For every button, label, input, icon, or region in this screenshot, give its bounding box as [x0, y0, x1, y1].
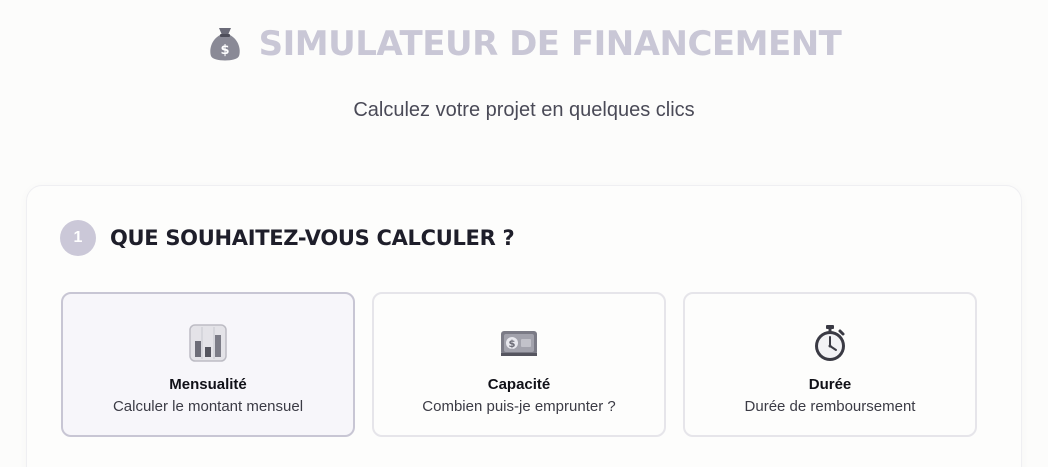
step-header: 1 QUE SOUHAITEZ-VOUS CALCULER ?	[60, 220, 515, 256]
option-label: Mensualité	[169, 376, 247, 393]
step-title: QUE SOUHAITEZ-VOUS CALCULER ?	[110, 226, 515, 250]
simulator-page: $ SIMULATEUR DE FINANCEMENT Calculez vot…	[0, 0, 1048, 467]
money-bag-icon: $	[209, 28, 240, 61]
option-capacite[interactable]: $ Capacité Combien puis-je emprunter ?	[372, 292, 666, 437]
option-description: Durée de remboursement	[744, 398, 916, 415]
option-description: Combien puis-je emprunter ?	[422, 398, 616, 415]
bar-chart-icon	[189, 324, 227, 362]
option-mensualite[interactable]: Mensualité Calculer le montant mensuel	[61, 292, 355, 437]
svg-text:$: $	[509, 339, 516, 350]
calculation-type-card: 1 QUE SOUHAITEZ-VOUS CALCULER ? Mensuali…	[26, 185, 1022, 467]
page-title: SIMULATEUR DE FINANCEMENT	[258, 24, 842, 64]
option-label: Durée	[808, 376, 852, 393]
option-description: Calculer le montant mensuel	[112, 398, 304, 415]
calculation-options: Mensualité Calculer le montant mensuel $…	[61, 292, 977, 437]
option-duree[interactable]: Durée Durée de remboursement	[683, 292, 977, 437]
step-number-badge: 1	[60, 220, 96, 256]
stopwatch-icon	[815, 325, 845, 361]
svg-text:$: $	[220, 43, 229, 58]
page-header: $ SIMULATEUR DE FINANCEMENT	[0, 24, 1048, 64]
option-label: Capacité	[487, 376, 551, 393]
page-subtitle: Calculez votre projet en quelques clics	[353, 99, 695, 121]
banknote-icon: $	[501, 331, 537, 356]
